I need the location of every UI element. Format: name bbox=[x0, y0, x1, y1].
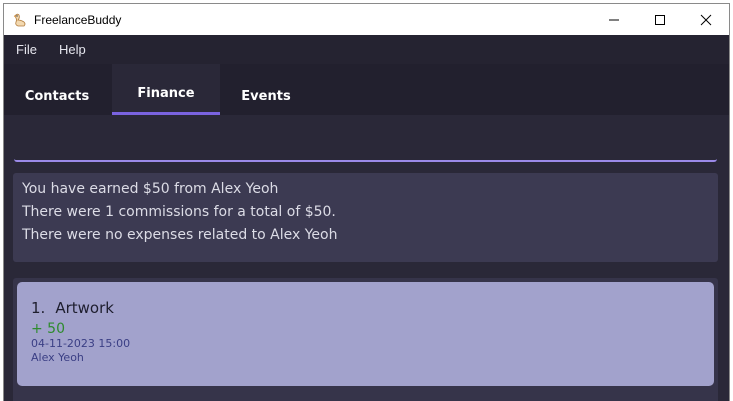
title-bar[interactable]: FreelanceBuddy bbox=[4, 4, 729, 35]
menu-file[interactable]: File bbox=[16, 42, 37, 57]
minimize-button[interactable] bbox=[591, 4, 637, 35]
app-window: FreelanceBuddy File Help Contacts Financ… bbox=[3, 3, 730, 401]
finance-card[interactable]: 1. Artwork + 50 04-11-2023 15:00 Alex Ye… bbox=[17, 282, 714, 386]
window-title: FreelanceBuddy bbox=[34, 12, 122, 27]
finance-card-amount: + 50 bbox=[31, 321, 65, 337]
result-display: You have earned $50 from Alex Yeoh There… bbox=[13, 173, 718, 262]
finance-card-index: 1. bbox=[31, 299, 46, 317]
tab-events[interactable]: Events bbox=[226, 64, 306, 115]
command-input[interactable] bbox=[14, 119, 717, 160]
tab-contacts[interactable]: Contacts bbox=[10, 64, 104, 115]
finance-card-title-row: 1. Artwork bbox=[31, 299, 700, 317]
minimize-icon bbox=[609, 19, 619, 20]
result-line: You have earned $50 from Alex Yeoh bbox=[22, 181, 279, 197]
result-line: There were no expenses related to Alex Y… bbox=[22, 227, 338, 243]
maximize-icon bbox=[655, 14, 665, 25]
finance-card-title: Artwork bbox=[55, 299, 114, 317]
tab-finance[interactable]: Finance bbox=[112, 64, 220, 115]
window-controls bbox=[591, 4, 729, 35]
finance-card-client: Alex Yeoh bbox=[31, 351, 84, 364]
close-button[interactable] bbox=[683, 4, 729, 35]
menu-bar: File Help bbox=[4, 35, 729, 64]
result-line: There were 1 commissions for a total of … bbox=[22, 204, 336, 220]
app-logo-icon bbox=[13, 13, 26, 26]
finance-list-panel[interactable]: 1. Artwork + 50 04-11-2023 15:00 Alex Ye… bbox=[13, 278, 718, 401]
close-icon bbox=[700, 14, 712, 25]
command-box bbox=[14, 119, 717, 162]
maximize-button[interactable] bbox=[637, 4, 683, 35]
menu-help[interactable]: Help bbox=[59, 42, 86, 57]
finance-card-datetime: 04-11-2023 15:00 bbox=[31, 337, 131, 350]
tab-bar: Contacts Finance Events bbox=[4, 64, 729, 115]
